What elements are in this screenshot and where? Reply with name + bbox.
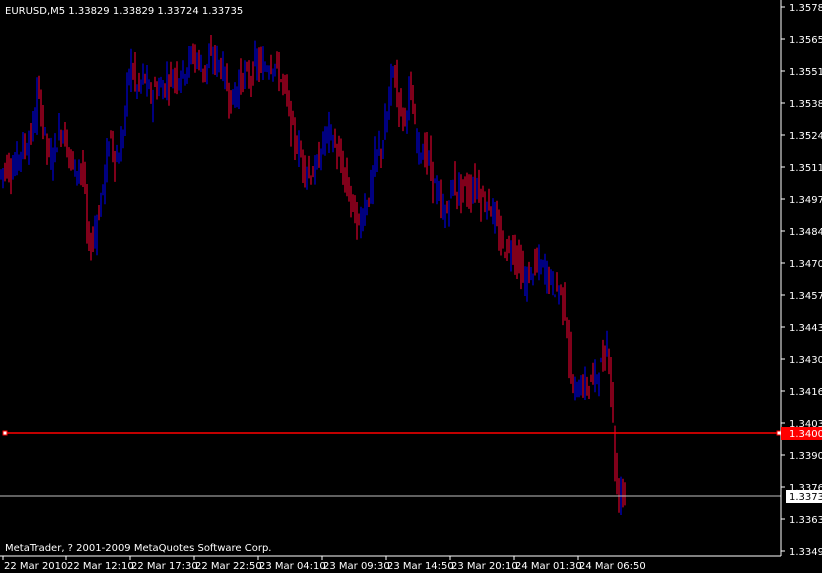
time-tick-label: 22 Mar 2010 bbox=[4, 561, 67, 572]
time-tick-label: 23 Mar 04:10 bbox=[259, 561, 326, 572]
price-tick-label: 1.34570 bbox=[789, 291, 822, 302]
candlestick-chart[interactable]: 1.35785 1.35650 1.35515 1.35380 1.35245 1.351… bbox=[0, 0, 822, 573]
copyright-text: MetaTrader, ? 2001-2009 MetaQuotes Softw… bbox=[5, 543, 271, 554]
time-tick-label: 22 Mar 17:30 bbox=[131, 561, 198, 572]
support-level-tag-label: 1.34005 bbox=[789, 429, 822, 440]
time-tick-label: 22 Mar 22:50 bbox=[195, 561, 262, 572]
price-tick-label: 1.34300 bbox=[789, 355, 822, 366]
price-tick-label: 1.35650 bbox=[789, 35, 822, 46]
price-tick-label: 1.33495 bbox=[789, 547, 822, 558]
bid-price-tag-label: 1.33735 bbox=[789, 492, 822, 503]
time-tick-label: 24 Mar 01:30 bbox=[515, 561, 582, 572]
support-level-right-handle[interactable] bbox=[776, 430, 782, 436]
price-tick-label: 1.35380 bbox=[789, 99, 822, 110]
price-tick-label: 1.34975 bbox=[789, 195, 822, 206]
time-tick-label: 22 Mar 12:10 bbox=[67, 561, 134, 572]
time-tick-label: 23 Mar 09:30 bbox=[323, 561, 390, 572]
price-tick-label: 1.34165 bbox=[789, 387, 822, 398]
time-tick-label: 23 Mar 20:10 bbox=[451, 561, 518, 572]
price-tick-label: 1.33630 bbox=[789, 515, 822, 526]
price-tick-label: 1.35515 bbox=[789, 67, 822, 78]
price-tick-label: 1.34435 bbox=[789, 323, 822, 334]
price-tick-label: 1.35785 bbox=[789, 3, 822, 14]
support-level-left-handle[interactable] bbox=[2, 430, 8, 436]
price-tick-label: 1.34840 bbox=[789, 227, 822, 238]
price-tick-label: 1.35110 bbox=[789, 163, 822, 174]
price-tick-label: 1.33900 bbox=[789, 451, 822, 462]
support-level-tag: 1.34005 bbox=[781, 427, 822, 440]
bid-price-tag: 1.33735 bbox=[786, 490, 822, 503]
time-tick-label: 23 Mar 14:50 bbox=[387, 561, 454, 572]
price-tick-label: 1.34705 bbox=[789, 259, 822, 270]
time-tick-label: 24 Mar 06:50 bbox=[579, 561, 646, 572]
price-tick-label: 1.35245 bbox=[789, 131, 822, 142]
symbol-info: EURUSD,M5 1.33829 1.33829 1.33724 1.3373… bbox=[5, 6, 243, 17]
